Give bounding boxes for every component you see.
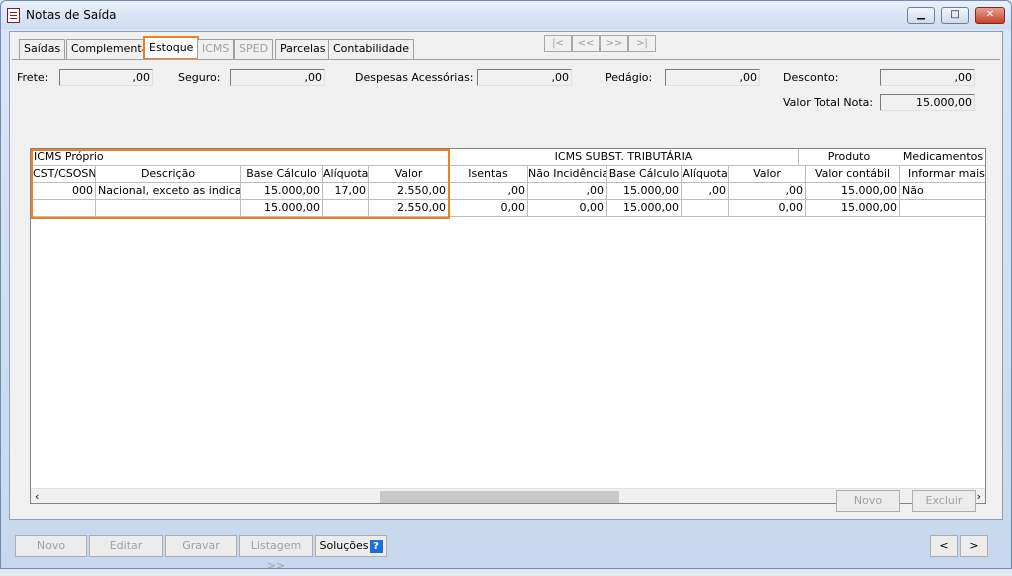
minimize-button[interactable]: ▁ (907, 7, 935, 24)
solucoes-label: Soluções (319, 539, 369, 552)
despesas-label: Despesas Acessórias: (355, 71, 474, 84)
desconto-label: Desconto: (783, 71, 839, 84)
row-descricao[interactable]: Nacional, exceto as indicadas (96, 183, 241, 200)
row-cst[interactable]: 000 (31, 183, 96, 200)
row-base-calculo[interactable]: 15.000,00 (241, 183, 323, 200)
next-record-button[interactable]: >> (600, 35, 628, 52)
total-descricao (96, 200, 241, 217)
col-st-base-calculo[interactable]: Base Cálculo (607, 166, 682, 183)
group-medicamentos: Medicamentos (899, 149, 985, 166)
despesas-field[interactable]: ,00 (477, 69, 572, 86)
last-record-button[interactable]: >| (628, 35, 656, 52)
total-informar-mais (900, 200, 985, 217)
close-button[interactable]: ✕ (975, 7, 1005, 24)
col-aliquota[interactable]: Alíquota (323, 166, 369, 183)
solucoes-button[interactable]: Soluções? (315, 535, 387, 557)
col-st-valor[interactable]: Valor (729, 166, 806, 183)
total-cst (31, 200, 96, 217)
help-icon: ? (369, 539, 383, 553)
row-valor[interactable]: 2.550,00 (369, 183, 449, 200)
tab-contabilidade[interactable]: Contabilidade (328, 39, 415, 59)
scroll-right-icon[interactable]: › (977, 490, 981, 503)
row-st-valor[interactable]: ,00 (729, 183, 806, 200)
estoque-panel: Frete: ,00 Seguro: ,00 Despesas Acessóri… (12, 59, 1000, 519)
tab-icms[interactable]: ICMS (197, 39, 235, 59)
next-button[interactable]: > (960, 535, 988, 557)
row-informar-mais[interactable]: Não (900, 183, 985, 200)
row-nao-incidencia[interactable]: ,00 (528, 183, 607, 200)
col-valor[interactable]: Valor (369, 166, 449, 183)
title-bar: Notas de Saída ▁ □ ✕ (1, 1, 1011, 29)
col-isentas[interactable]: Isentas (449, 166, 528, 183)
total-base-calculo: 15.000,00 (241, 200, 323, 217)
row-st-base-calculo[interactable]: 15.000,00 (607, 183, 682, 200)
first-record-button[interactable]: |< (544, 35, 572, 52)
grid-novo-button[interactable]: Novo (836, 490, 900, 512)
main-window: Notas de Saída ▁ □ ✕ Saídas Complementar… (0, 0, 1012, 572)
group-produto: Produto (799, 149, 899, 166)
row-isentas[interactable]: ,00 (449, 183, 528, 200)
scroll-left-icon[interactable]: ‹ (35, 490, 39, 503)
total-st-base-calculo: 15.000,00 (607, 200, 682, 217)
col-st-aliquota[interactable]: Alíquota (682, 166, 729, 183)
col-informar-mais[interactable]: Informar mais d (900, 166, 985, 183)
pedagio-label: Pedágio: (605, 71, 653, 84)
row-valor-contabil[interactable]: 15.000,00 (806, 183, 900, 200)
desconto-field[interactable]: ,00 (880, 69, 975, 86)
seguro-field[interactable]: ,00 (230, 69, 325, 86)
listagem-button[interactable]: Listagem >> (239, 535, 313, 572)
row-aliquota[interactable]: 17,00 (323, 183, 369, 200)
group-icms-proprio: ICMS Próprio (31, 149, 449, 166)
frete-field[interactable]: ,00 (59, 69, 153, 86)
previous-button[interactable]: < (930, 535, 958, 557)
previous-record-button[interactable]: << (572, 35, 600, 52)
total-nao-incidencia: 0,00 (528, 200, 607, 217)
total-aliquota (323, 200, 369, 217)
col-base-calculo[interactable]: Base Cálculo (241, 166, 323, 183)
total-isentas: 0,00 (449, 200, 528, 217)
row-st-aliquota[interactable]: ,00 (682, 183, 729, 200)
total-valor: 2.550,00 (369, 200, 449, 217)
grid-excluir-button[interactable]: Excluir (912, 490, 976, 512)
frete-label: Frete: (17, 71, 49, 84)
col-descricao[interactable]: Descrição (96, 166, 241, 183)
total-st-valor: 0,00 (729, 200, 806, 217)
col-cst[interactable]: CST/CSOSN (31, 166, 96, 183)
maximize-icon: □ (950, 9, 960, 20)
tab-parcelas[interactable]: Parcelas (275, 39, 331, 59)
minimize-icon: ▁ (917, 9, 925, 20)
maximize-button[interactable]: □ (941, 7, 969, 24)
valor-total-label: Valor Total Nota: (783, 96, 874, 109)
document-icon (7, 8, 20, 23)
group-icms-st: ICMS SUBST. TRIBUTÁRIA (449, 149, 799, 166)
valor-total-field: 15.000,00 (880, 94, 975, 111)
pedagio-field[interactable]: ,00 (665, 69, 760, 86)
gravar-button[interactable]: Gravar (165, 535, 237, 557)
total-st-aliquota (682, 200, 729, 217)
items-grid[interactable]: ICMS Próprio ICMS SUBST. TRIBUTÁRIA Prod… (30, 148, 986, 504)
col-nao-incidencia[interactable]: Não Incidência (528, 166, 607, 183)
tab-sped[interactable]: SPED (234, 39, 274, 59)
client-area: Saídas Complementar Estoque ICMS SPED Pa… (9, 31, 1003, 520)
tab-estoque[interactable]: Estoque (143, 36, 200, 60)
novo-button[interactable]: Novo (15, 535, 87, 557)
window-title: Notas de Saída (26, 8, 117, 22)
seguro-label: Seguro: (178, 71, 221, 84)
col-valor-contabil[interactable]: Valor contábil (806, 166, 900, 183)
close-icon: ✕ (985, 9, 995, 20)
tab-saidas[interactable]: Saídas (19, 39, 66, 59)
editar-button[interactable]: Editar (89, 535, 163, 557)
scrollbar-thumb[interactable] (380, 491, 619, 503)
total-valor-contabil: 15.000,00 (806, 200, 900, 217)
